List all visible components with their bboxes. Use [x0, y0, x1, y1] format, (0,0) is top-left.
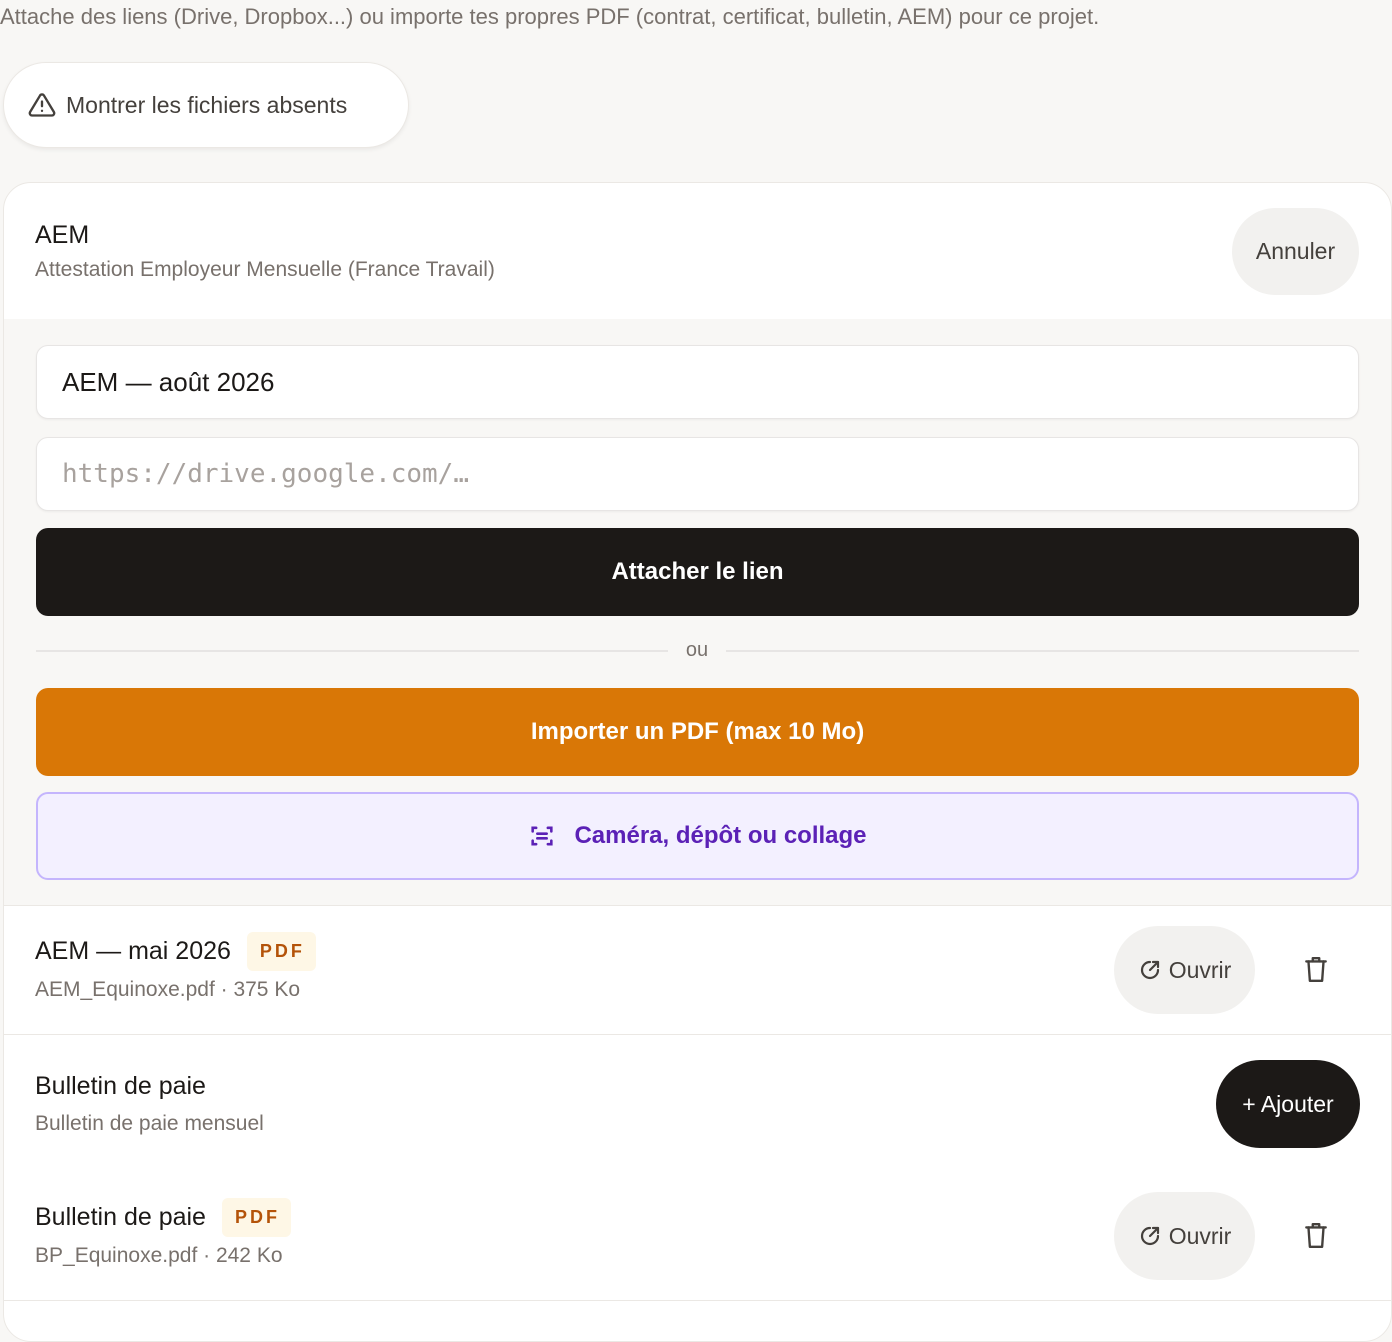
row-divider — [4, 1300, 1391, 1301]
doc-type-title: AEM — [35, 221, 90, 249]
add-document-button[interactable]: + Ajouter — [1216, 1060, 1360, 1148]
show-missing-files-button[interactable]: Montrer les fichiers absents — [3, 62, 409, 148]
warning-triangle-icon — [28, 91, 56, 119]
attach-link-button[interactable]: Attacher le lien — [36, 528, 1359, 616]
file-meta: AEM_Equinoxe.pdf · 375 Ko — [35, 978, 301, 1001]
intro-text: Attache des liens (Drive, Dropbox...) ou… — [0, 4, 1100, 29]
divider-line-right — [726, 650, 1359, 652]
import-pdf-button[interactable]: Importer un PDF (max 10 Mo) — [36, 688, 1359, 776]
doc-type-subtitle: Attestation Employeur Mensuelle (France … — [35, 258, 495, 281]
row-divider — [4, 1034, 1391, 1035]
trash-icon — [1303, 956, 1329, 984]
external-open-icon — [1138, 958, 1162, 982]
doc-type-subtitle: Bulletin de paie mensuel — [35, 1112, 264, 1135]
divider-line-left — [36, 650, 668, 652]
open-file-button[interactable]: Ouvrir — [1114, 926, 1255, 1014]
divider-text: ou — [685, 639, 709, 661]
external-open-icon — [1138, 1224, 1162, 1248]
doc-type-title: Bulletin de paie — [35, 1071, 206, 1100]
url-input[interactable]: https://drive.google.com/… — [36, 437, 1359, 511]
attach-form: AEM — août 2026 https://drive.google.com… — [4, 319, 1391, 905]
file-title-text: AEM — mai 2026 — [35, 936, 231, 965]
cancel-button[interactable]: Annuler — [1232, 208, 1359, 295]
file-title-text: Bulletin de paie — [35, 1202, 206, 1231]
file-meta: BP_Equinoxe.pdf · 242 Ko — [35, 1244, 283, 1267]
delete-file-button[interactable] — [1292, 1212, 1340, 1260]
open-file-label: Ouvrir — [1168, 1222, 1232, 1249]
document-title-input[interactable]: AEM — août 2026 — [36, 345, 1359, 419]
open-file-label: Ouvrir — [1168, 956, 1232, 983]
scan-icon — [528, 822, 556, 850]
delete-file-button[interactable] — [1292, 946, 1340, 994]
camera-drop-paste-button[interactable]: Caméra, dépôt ou collage — [36, 792, 1359, 880]
file-title: Bulletin de paie PDF — [35, 1197, 291, 1237]
documents-card: AEM Attestation Employeur Mensuelle (Fra… — [3, 182, 1392, 1342]
open-file-button[interactable]: Ouvrir — [1114, 1192, 1255, 1280]
pdf-badge: PDF — [221, 1197, 291, 1237]
show-missing-files-label: Montrer les fichiers absents — [66, 91, 348, 118]
trash-icon — [1303, 1222, 1329, 1250]
row-divider — [4, 905, 1391, 906]
camera-drop-paste-label: Caméra, dépôt ou collage — [574, 822, 867, 849]
pdf-badge: PDF — [246, 931, 316, 971]
file-title: AEM — mai 2026 PDF — [35, 931, 316, 971]
